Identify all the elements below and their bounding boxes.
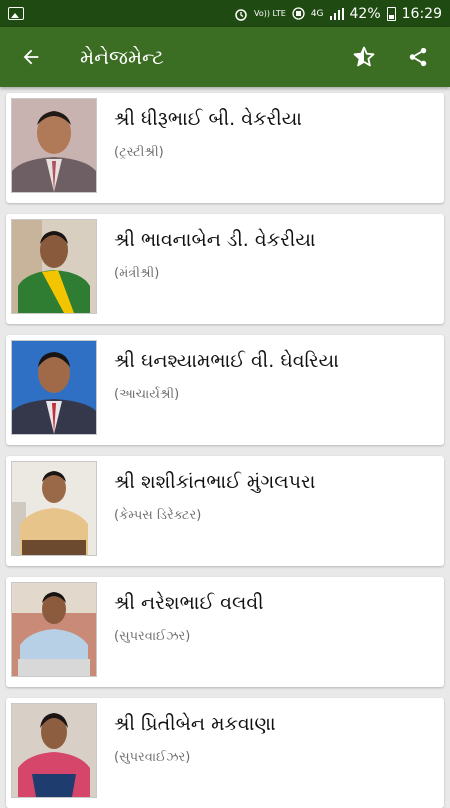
battery-icon: [386, 6, 396, 21]
share-button[interactable]: [402, 41, 434, 73]
battery-percent: 42%: [349, 5, 381, 22]
list-item[interactable]: શ્રી ઘનશ્યામભાઈ વી. ઘેવરિયા (આચાર્યશ્રી): [6, 335, 444, 445]
volte-label: Vo)) LTE: [253, 8, 286, 18]
member-role: (સુપરવાઈઝર): [114, 629, 191, 644]
member-photo: [11, 219, 97, 314]
member-name: શ્રી ધીરૂભાઈ બી. વેકરીયા: [114, 108, 302, 130]
list-item[interactable]: શ્રી ભાવનાબેન ડી. વેકરીયા (મંત્રીશ્રી): [6, 214, 444, 324]
member-name: શ્રી ભાવનાબેન ડી. વેકરીયા: [114, 229, 316, 251]
member-photo: [11, 340, 97, 435]
list-item[interactable]: શ્રી ધીરૂભાઈ બી. વેકરીયા (ટ્રસ્ટીશ્રી): [6, 93, 444, 203]
member-role: (મંત્રીશ્રી): [114, 266, 160, 281]
member-name: શ્રી પ્રિતીબેન મકવાણા: [114, 713, 276, 735]
back-button[interactable]: [16, 42, 46, 72]
member-name: શ્રી નરેશભાઈ વલવી: [114, 592, 264, 614]
page-title: મેનેજમેન્ટ: [80, 45, 164, 69]
list-item[interactable]: શ્રી શશીકાંતભાઈ મુંગલપરા (કેમ્પસ ડિરેક્ટ…: [6, 456, 444, 566]
member-photo: [11, 461, 97, 556]
share-icon: [409, 47, 427, 67]
list-item[interactable]: શ્રી પ્રિતીબેન મકવાણા (સુપરવાઈઝર): [6, 698, 444, 808]
alarm-icon: [235, 8, 247, 21]
data-saver-icon: [292, 7, 305, 20]
clock-time: 16:29: [401, 5, 442, 22]
member-role: (આચાર્યશ્રી): [114, 387, 180, 402]
member-photo: [11, 582, 97, 677]
member-photo: [11, 98, 97, 193]
list-item[interactable]: શ્રી નરેશભાઈ વલવી (સુપરવાઈઝર): [6, 577, 444, 687]
rate-button[interactable]: [348, 41, 380, 73]
gallery-notification-icon: [8, 7, 24, 20]
star-rate-icon: [353, 46, 375, 67]
app-bar: મેનેજમેન્ટ: [0, 27, 450, 87]
member-role: (સુપરવાઈઝર): [114, 750, 191, 765]
signal-strength-icon: [329, 7, 344, 20]
member-name: શ્રી ઘનશ્યામભાઈ વી. ઘેવરિયા: [114, 350, 339, 372]
member-photo: [11, 703, 97, 798]
member-role: (કેમ્પસ ડિરેક્ટર): [114, 508, 202, 523]
member-name: શ્રી શશીકાંતભાઈ મુંગલપરા: [114, 471, 316, 493]
network-type-label: 4G: [310, 8, 324, 19]
status-bar: Vo)) LTE 4G 42% 16:29: [0, 0, 450, 27]
member-role: (ટ્રસ્ટીશ્રી): [114, 145, 164, 160]
arrow-back-icon: [23, 49, 39, 65]
